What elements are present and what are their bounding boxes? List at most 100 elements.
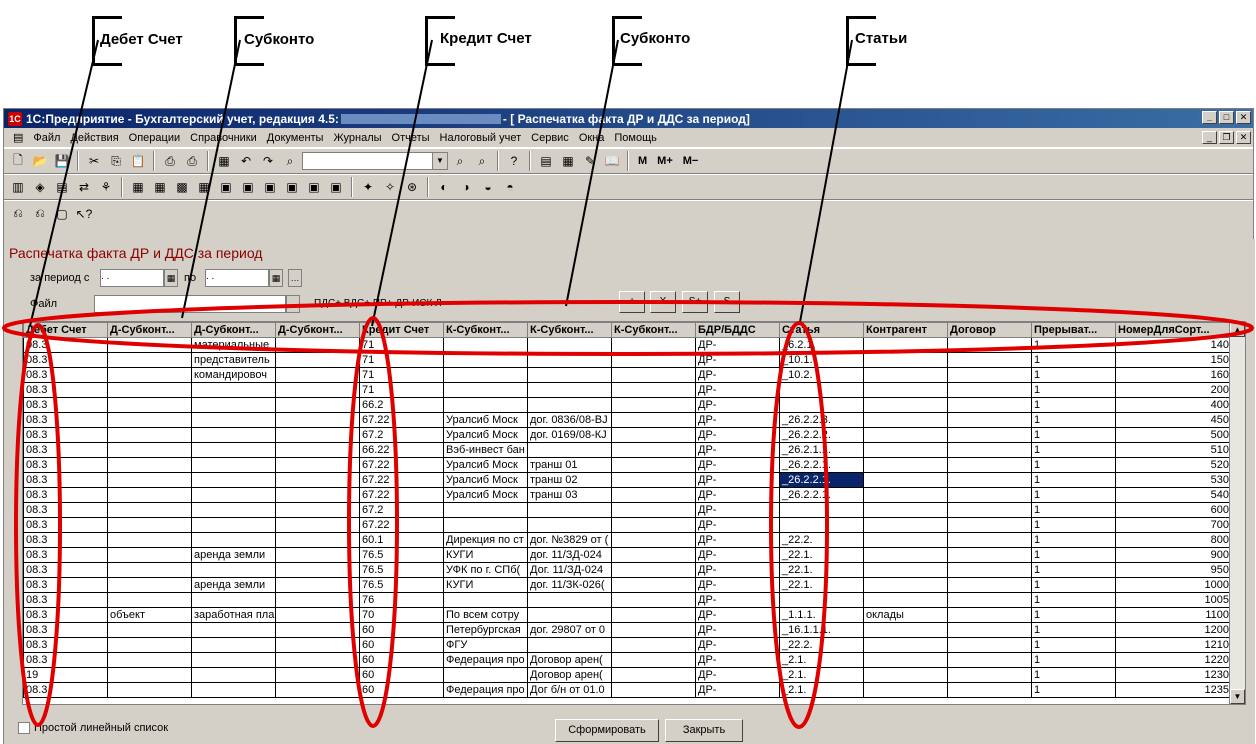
table-cell[interactable] [275, 352, 360, 368]
table-cell[interactable]: 67.2 [359, 502, 444, 518]
table-cell[interactable] [275, 592, 360, 608]
book-icon[interactable]: 📖 [602, 151, 622, 171]
table-cell[interactable] [275, 367, 360, 383]
table-cell[interactable]: 1000 [1115, 577, 1232, 593]
find-prev-icon[interactable]: ⌕ [472, 151, 492, 171]
table-cell[interactable] [863, 427, 948, 443]
table-cell[interactable] [611, 412, 696, 428]
table-cell[interactable] [947, 442, 1032, 458]
table-cell[interactable] [947, 532, 1032, 548]
table-cell[interactable]: Дирекция по ст [443, 532, 528, 548]
table-cell[interactable]: 08.3 [23, 652, 108, 668]
table-cell[interactable] [107, 682, 192, 698]
menu-item-references[interactable]: Справочники [185, 132, 262, 144]
table-cell[interactable] [191, 487, 276, 503]
menu-item-reports[interactable]: Отчеты [387, 132, 435, 144]
table-cell[interactable]: 510 [1115, 442, 1232, 458]
table-cell[interactable]: 67.22 [359, 457, 444, 473]
table-cell[interactable] [947, 457, 1032, 473]
table-cell[interactable] [107, 397, 192, 413]
table-cell[interactable]: УФК по г. СПб( [443, 562, 528, 578]
table-cell[interactable] [107, 667, 192, 683]
table-cell[interactable]: _2.1. [779, 682, 864, 698]
table-cell[interactable] [527, 352, 612, 368]
cut-icon[interactable]: ✂ [84, 151, 104, 171]
table-cell[interactable] [863, 502, 948, 518]
table-cell[interactable]: ДР- [695, 502, 780, 518]
table-cell[interactable] [191, 517, 276, 533]
table-row[interactable]: 08.3 67.2 Уралсиб Моск дог. 0169/08-КЈ ДР- _2… [23, 427, 1232, 443]
table-cell[interactable]: _26.2.2.2. [779, 427, 864, 443]
operations-icon[interactable]: ◈ [30, 177, 50, 197]
table-cell[interactable] [443, 667, 528, 683]
table-cell[interactable]: _22.1. [779, 562, 864, 578]
table-cell[interactable]: 76 [359, 592, 444, 608]
table-cell[interactable] [275, 472, 360, 488]
table-cell[interactable]: ДР- [695, 547, 780, 563]
table-cell[interactable]: 66.22 [359, 442, 444, 458]
table-cell[interactable]: 540 [1115, 487, 1232, 503]
column-header[interactable]: НомерДляСорт... [1115, 322, 1232, 338]
table-cell[interactable]: _26.2.2.1. [779, 472, 864, 488]
table-cell[interactable] [443, 517, 528, 533]
tool-3-icon[interactable]: ⊛ [402, 177, 422, 197]
scroll-up-icon[interactable]: ▲ [1230, 322, 1245, 337]
table-cell[interactable]: ДР- [695, 442, 780, 458]
table-cell[interactable] [275, 457, 360, 473]
table-cell[interactable] [947, 622, 1032, 638]
table-cell[interactable]: 1 [1031, 682, 1116, 698]
column-header[interactable]: Договор [947, 322, 1032, 338]
table-cell[interactable] [275, 622, 360, 638]
menu-item-journals[interactable]: Журналы [328, 132, 386, 144]
table-cell[interactable]: ДР- [695, 652, 780, 668]
table-cell[interactable]: Дог. 11/ЗД-024 [527, 562, 612, 578]
period-from-input[interactable]: . . [100, 269, 164, 287]
close-icon[interactable]: ✕ [1236, 111, 1251, 124]
table-cell[interactable]: 08.3 [23, 622, 108, 638]
table-cell[interactable] [107, 367, 192, 383]
table-cell[interactable]: 1100 [1115, 607, 1232, 623]
table-cell[interactable] [947, 562, 1032, 578]
table-cell[interactable]: 08.3 [23, 442, 108, 458]
table-cell[interactable] [107, 592, 192, 608]
table-cell[interactable]: 900 [1115, 547, 1232, 563]
mdi-close-icon[interactable]: ✕ [1236, 131, 1251, 144]
table-cell[interactable] [191, 592, 276, 608]
table-cell[interactable] [611, 367, 696, 383]
table-cell[interactable] [863, 337, 948, 353]
column-header[interactable]: К-Субконт... [611, 322, 696, 338]
calendar-to-icon[interactable]: ▦ [269, 269, 283, 287]
table-cell[interactable] [611, 577, 696, 593]
print-icon[interactable]: ⎙ [160, 151, 180, 171]
table-icon[interactable]: ▦ [558, 151, 578, 171]
tool-2-icon[interactable]: ✧ [380, 177, 400, 197]
table-cell[interactable] [275, 532, 360, 548]
table-cell[interactable]: По всем сотру [443, 607, 528, 623]
table-cell[interactable] [611, 652, 696, 668]
table-cell[interactable] [275, 637, 360, 653]
table-cell[interactable]: 08.3 [23, 382, 108, 398]
column-header[interactable]: Дебет Счет [23, 322, 108, 338]
table-cell[interactable] [275, 502, 360, 518]
table-cell[interactable]: транш 01 [527, 457, 612, 473]
table-cell[interactable] [107, 352, 192, 368]
table-cell[interactable] [779, 397, 864, 413]
table-cell[interactable]: 400 [1115, 397, 1232, 413]
table-cell[interactable]: 08.3 [23, 412, 108, 428]
table-cell[interactable] [947, 427, 1032, 443]
menu-item-file[interactable]: Файл [28, 132, 65, 144]
table-row[interactable]: 08.3 объект заработная пла 70 По всем сотру Д… [23, 607, 1232, 623]
wand-icon[interactable]: ✎ [580, 151, 600, 171]
table-cell[interactable]: ДР- [695, 577, 780, 593]
table-cell[interactable]: Петербургская [443, 622, 528, 638]
table-cell[interactable]: 1005 [1115, 592, 1232, 608]
table-cell[interactable] [611, 382, 696, 398]
table-cell[interactable]: 08.3 [23, 397, 108, 413]
table-cell[interactable] [443, 502, 528, 518]
table-cell[interactable]: 160 [1115, 367, 1232, 383]
table-cell[interactable] [611, 607, 696, 623]
table-cell[interactable] [779, 592, 864, 608]
table-cell[interactable] [107, 517, 192, 533]
table-cell[interactable]: Вэб-инвест бан [443, 442, 528, 458]
table-cell[interactable]: _22.1. [779, 577, 864, 593]
